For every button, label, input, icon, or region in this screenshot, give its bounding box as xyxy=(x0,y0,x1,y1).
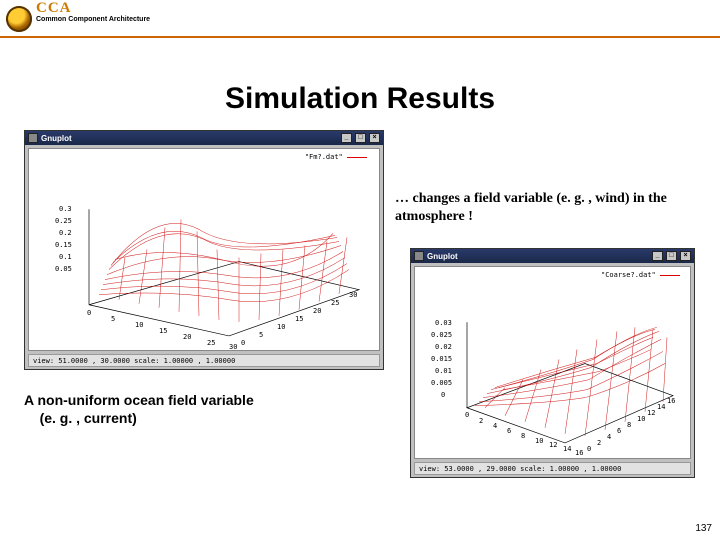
close-button[interactable]: × xyxy=(369,133,380,143)
maximize-button[interactable]: □ xyxy=(355,133,366,143)
header-bar: CCA Common Component Architecture xyxy=(0,0,720,38)
surface-plot-icon xyxy=(29,149,379,350)
surface-plot-icon xyxy=(415,267,690,458)
gnuplot-window-ocean: Gnuplot _ □ × "Coarse?.dat" xyxy=(410,248,695,478)
legend-entry: "Fm?.dat" xyxy=(305,153,367,161)
plot-canvas: "Fm?.dat" xyxy=(28,148,380,351)
gnuplot-window-atmosphere: Gnuplot _ □ × "Fm?.dat" xyxy=(24,130,384,370)
plot-canvas: "Coarse?.dat" xyxy=(414,266,691,459)
cca-logo-icon xyxy=(6,6,32,32)
header-subtitle: Common Component Architecture xyxy=(36,16,150,23)
status-bar: view: 51.0000 , 30.0000 scale: 1.00000 ,… xyxy=(28,354,380,367)
page-number: 137 xyxy=(695,523,712,534)
window-title: Gnuplot xyxy=(427,252,649,261)
window-titlebar: Gnuplot _ □ × xyxy=(411,249,694,263)
close-button[interactable]: × xyxy=(680,251,691,261)
app-icon xyxy=(28,133,38,143)
window-titlebar: Gnuplot _ □ × xyxy=(25,131,383,145)
header-acronym: CCA xyxy=(36,0,72,17)
legend-entry: "Coarse?.dat" xyxy=(601,271,680,279)
minimize-button[interactable]: _ xyxy=(652,251,663,261)
maximize-button[interactable]: □ xyxy=(666,251,677,261)
slide-title: Simulation Results xyxy=(0,82,720,116)
minimize-button[interactable]: _ xyxy=(341,133,352,143)
app-icon xyxy=(414,251,424,261)
window-title: Gnuplot xyxy=(41,134,338,143)
status-bar: view: 53.0000 , 29.0000 scale: 1.00000 ,… xyxy=(414,462,691,475)
caption-ocean: A non-uniform ocean field variable (e. g… xyxy=(24,392,364,427)
caption-atmosphere: … changes a field variable (e. g. , wind… xyxy=(395,190,695,225)
